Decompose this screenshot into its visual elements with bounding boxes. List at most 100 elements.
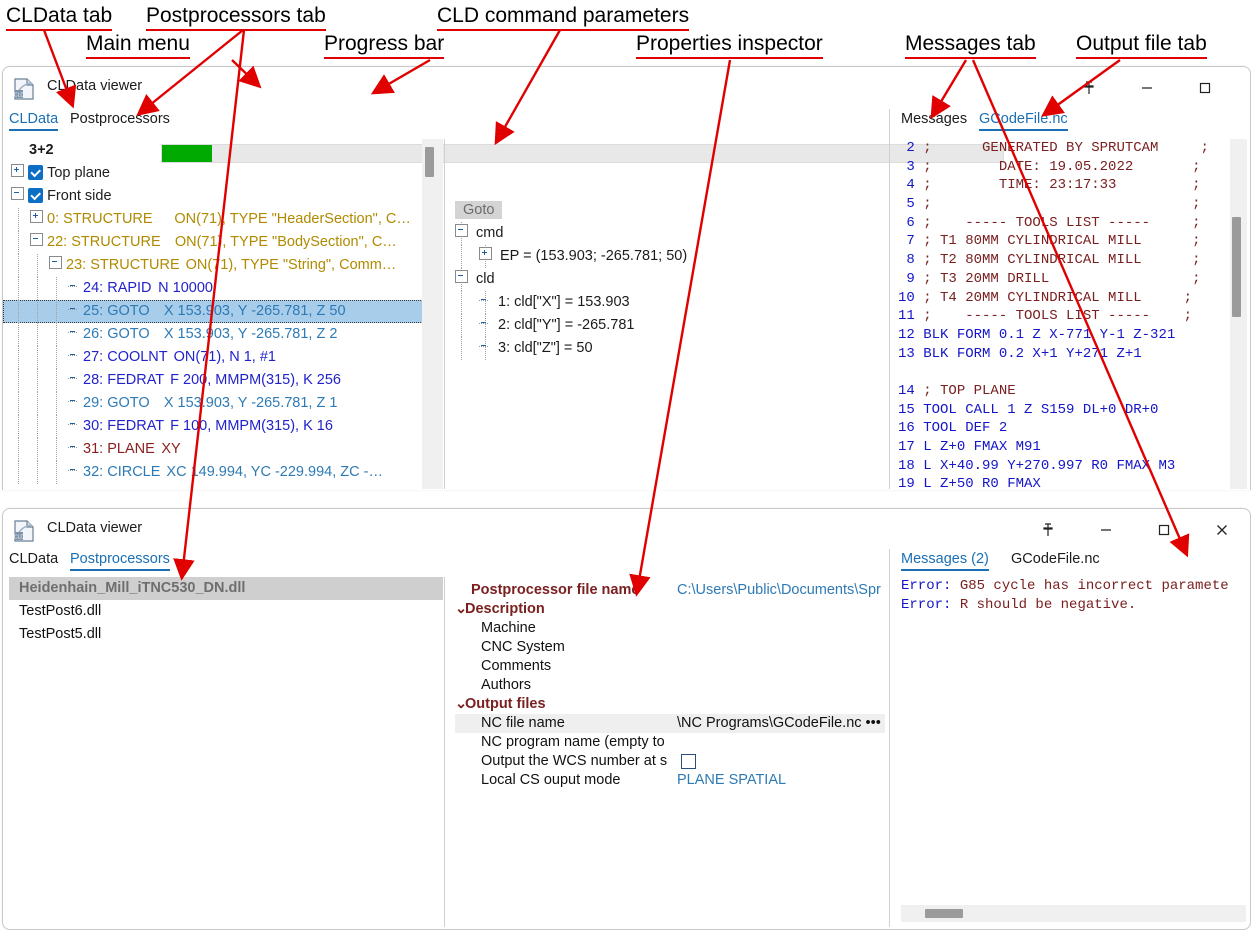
tree-row[interactable]: 28: FEDRATF 200, MMPM(315), K 256 xyxy=(3,369,423,392)
tree-minus-toggle-icon[interactable] xyxy=(49,256,62,269)
close-icon[interactable] xyxy=(1240,67,1251,109)
tree-row[interactable]: 31: PLANEXY xyxy=(3,438,423,461)
tree-leaf-icon xyxy=(68,327,79,338)
tree-row[interactable]: 30: FEDRATF 100, MMPM(315), K 16 xyxy=(3,415,423,438)
gcode-line-number: 6 xyxy=(898,215,915,231)
tree-plus-toggle-icon[interactable] xyxy=(11,164,24,177)
gcode-line: 12 BLK FORM 0.1 Z X-771 Y-1 Z-321 xyxy=(898,326,1228,345)
cld-param-row[interactable]: EP = (153.903; -265.781; 50) xyxy=(455,245,875,268)
tree-plus-toggle-icon[interactable] xyxy=(30,210,43,223)
tree-minus-toggle-icon[interactable] xyxy=(30,233,43,246)
gcode-line-text: ; TIME: 23:17:33 ; xyxy=(923,177,1200,193)
tree-row[interactable]: 22: STRUCTUREON(71), TYPE "BodySection",… xyxy=(3,231,423,254)
message-row: Error: R should be negative. xyxy=(901,596,1246,615)
chevron-down-icon[interactable]: ⌄ xyxy=(455,600,465,619)
tree-row[interactable]: Front side xyxy=(3,185,423,208)
tree-minus-toggle-icon[interactable] xyxy=(11,187,24,200)
tab-cldata[interactable]: CLData xyxy=(9,111,58,131)
property-row[interactable]: ⌄Description xyxy=(455,600,885,619)
property-row[interactable]: CNC System xyxy=(455,638,885,657)
clddata-viewer-window-bottom: CLD CLData viewer CLData Postprocessors … xyxy=(2,508,1251,930)
tree-row-code: 22: STRUCTURE xyxy=(47,231,161,254)
tree-scroll-thumb[interactable] xyxy=(425,147,434,177)
cld-param-row[interactable]: 2: cld["Y"] = -265.781 xyxy=(455,314,875,337)
postprocessor-list-item[interactable]: Heidenhain_Mill_iTNC530_DN.dll xyxy=(9,577,443,600)
cld-param-row[interactable]: 3: cld["Z"] = 50 xyxy=(455,337,875,360)
tree-leaf-icon xyxy=(68,373,79,384)
tree-row[interactable]: Top plane xyxy=(3,162,423,185)
tree-row[interactable]: 25: GOTOX 153.903, Y -265.781, Z 50 xyxy=(3,300,423,323)
tab-postprocessors[interactable]: Postprocessors xyxy=(70,551,170,571)
messages-scroll-thumb[interactable] xyxy=(925,909,963,918)
tree-plus-toggle-icon[interactable] xyxy=(479,247,492,260)
tree-row-args: XY xyxy=(161,441,180,457)
tab-output-file[interactable]: GCodeFile.nc xyxy=(1011,551,1100,567)
postprocessor-list-item[interactable]: TestPost6.dll xyxy=(9,600,443,623)
gcode-line xyxy=(898,363,1228,382)
tree-row-args: ON(71), TYPE "HeaderSection", C… xyxy=(174,211,410,227)
tree-header: 3+2 xyxy=(3,139,423,162)
message-text: R should be negative. xyxy=(951,597,1136,613)
tab-messages[interactable]: Messages (2) xyxy=(901,551,989,571)
gcode-vertical-scrollbar[interactable] xyxy=(1230,139,1247,489)
tab-postprocessors[interactable]: Postprocessors xyxy=(70,111,170,127)
tree-checkbox[interactable] xyxy=(28,188,43,203)
cld-file-icon: CLD xyxy=(13,520,35,542)
cld-param-text: EP = (153.903; -265.781; 50) xyxy=(500,248,687,264)
tree-row-args: X 153.903, Y -265.781, Z 1 xyxy=(164,395,338,411)
property-row[interactable]: ⌄Output files xyxy=(455,695,885,714)
gcode-line-number: 19 xyxy=(898,476,915,489)
tab-cldata[interactable]: CLData xyxy=(9,551,58,567)
annotation-label: CLD command parameters xyxy=(437,5,689,31)
top-titlebar: CLD CLData viewer xyxy=(3,67,1250,109)
postprocessor-list-item[interactable]: TestPost5.dll xyxy=(9,623,443,646)
annotation-label: Properties inspector xyxy=(636,33,823,59)
property-row[interactable]: Comments xyxy=(455,657,885,676)
maximize-icon[interactable] xyxy=(1141,509,1187,551)
bottom-titlebar: CLD CLData viewer xyxy=(3,509,1250,551)
close-icon[interactable] xyxy=(1199,509,1245,551)
property-row[interactable]: Authors xyxy=(455,676,885,695)
property-row[interactable]: NC program name (empty to xyxy=(455,733,885,752)
cld-param-row[interactable]: cmd xyxy=(455,222,875,245)
property-row[interactable]: Machine xyxy=(455,619,885,638)
property-name: Postprocessor file name xyxy=(471,582,639,598)
gcode-line: 4 ; TIME: 23:17:33 ; xyxy=(898,176,1228,195)
messages-horizontal-scrollbar[interactable] xyxy=(901,905,1246,922)
tree-vertical-scrollbar[interactable] xyxy=(422,139,443,489)
tree-row[interactable]: 26: GOTOX 153.903, Y -265.781, Z 2 xyxy=(3,323,423,346)
gcode-line-text: TOOL DEF 2 xyxy=(923,420,1007,436)
tree-row[interactable]: 24: RAPIDN 10000 xyxy=(3,277,423,300)
gcode-scroll-thumb[interactable] xyxy=(1232,217,1241,317)
tree-row[interactable]: 27: COOLNTON(71), N 1, #1 xyxy=(3,346,423,369)
tree-row[interactable]: 0: STRUCTUREON(71), TYPE "HeaderSection"… xyxy=(3,208,423,231)
tree-minus-toggle-icon[interactable] xyxy=(455,270,468,283)
property-row[interactable]: Postprocessor file nameC:\Users\Public\D… xyxy=(455,581,885,600)
property-checkbox[interactable] xyxy=(681,754,696,769)
gcode-line-number: 8 xyxy=(898,252,915,268)
cld-param-row[interactable]: cld xyxy=(455,268,875,291)
pin-icon[interactable] xyxy=(1066,67,1112,109)
minimize-icon[interactable] xyxy=(1124,67,1170,109)
tree-row[interactable]: 32: CIRCLEXC 149.994, YC -229.994, ZC -… xyxy=(3,461,423,484)
pin-icon[interactable] xyxy=(1025,509,1071,551)
property-row[interactable]: NC file name\NC Programs\GCodeFile.nc ••… xyxy=(455,714,885,733)
tab-messages[interactable]: Messages xyxy=(901,111,967,127)
cld-param-row[interactable]: 1: cld["X"] = 153.903 xyxy=(455,291,875,314)
annotation-label: Progress bar xyxy=(324,33,444,59)
tree-checkbox[interactable] xyxy=(28,165,43,180)
top-window-title: CLData viewer xyxy=(47,78,142,94)
property-row[interactable]: Output the WCS number at s xyxy=(455,752,885,771)
tree-row-args: X 153.903, Y -265.781, Z 2 xyxy=(164,326,338,342)
gcode-line-number: 13 xyxy=(898,346,915,362)
minimize-icon[interactable] xyxy=(1083,509,1129,551)
tree-minus-toggle-icon[interactable] xyxy=(455,224,468,237)
chevron-down-icon[interactable]: ⌄ xyxy=(455,695,465,714)
maximize-icon[interactable] xyxy=(1182,67,1228,109)
property-row[interactable]: Local CS ouput modePLANE SPATIAL xyxy=(455,771,885,790)
tree-row[interactable]: 29: GOTOX 153.903, Y -265.781, Z 1 xyxy=(3,392,423,415)
gcode-line-text: L Z+50 R0 FMAX xyxy=(923,476,1041,489)
tab-output-file[interactable]: GCodeFile.nc xyxy=(979,111,1068,131)
gcode-line-text: ; ; xyxy=(923,196,1200,212)
tree-row[interactable]: 23: STRUCTUREON(71), TYPE "String", Comm… xyxy=(3,254,423,277)
